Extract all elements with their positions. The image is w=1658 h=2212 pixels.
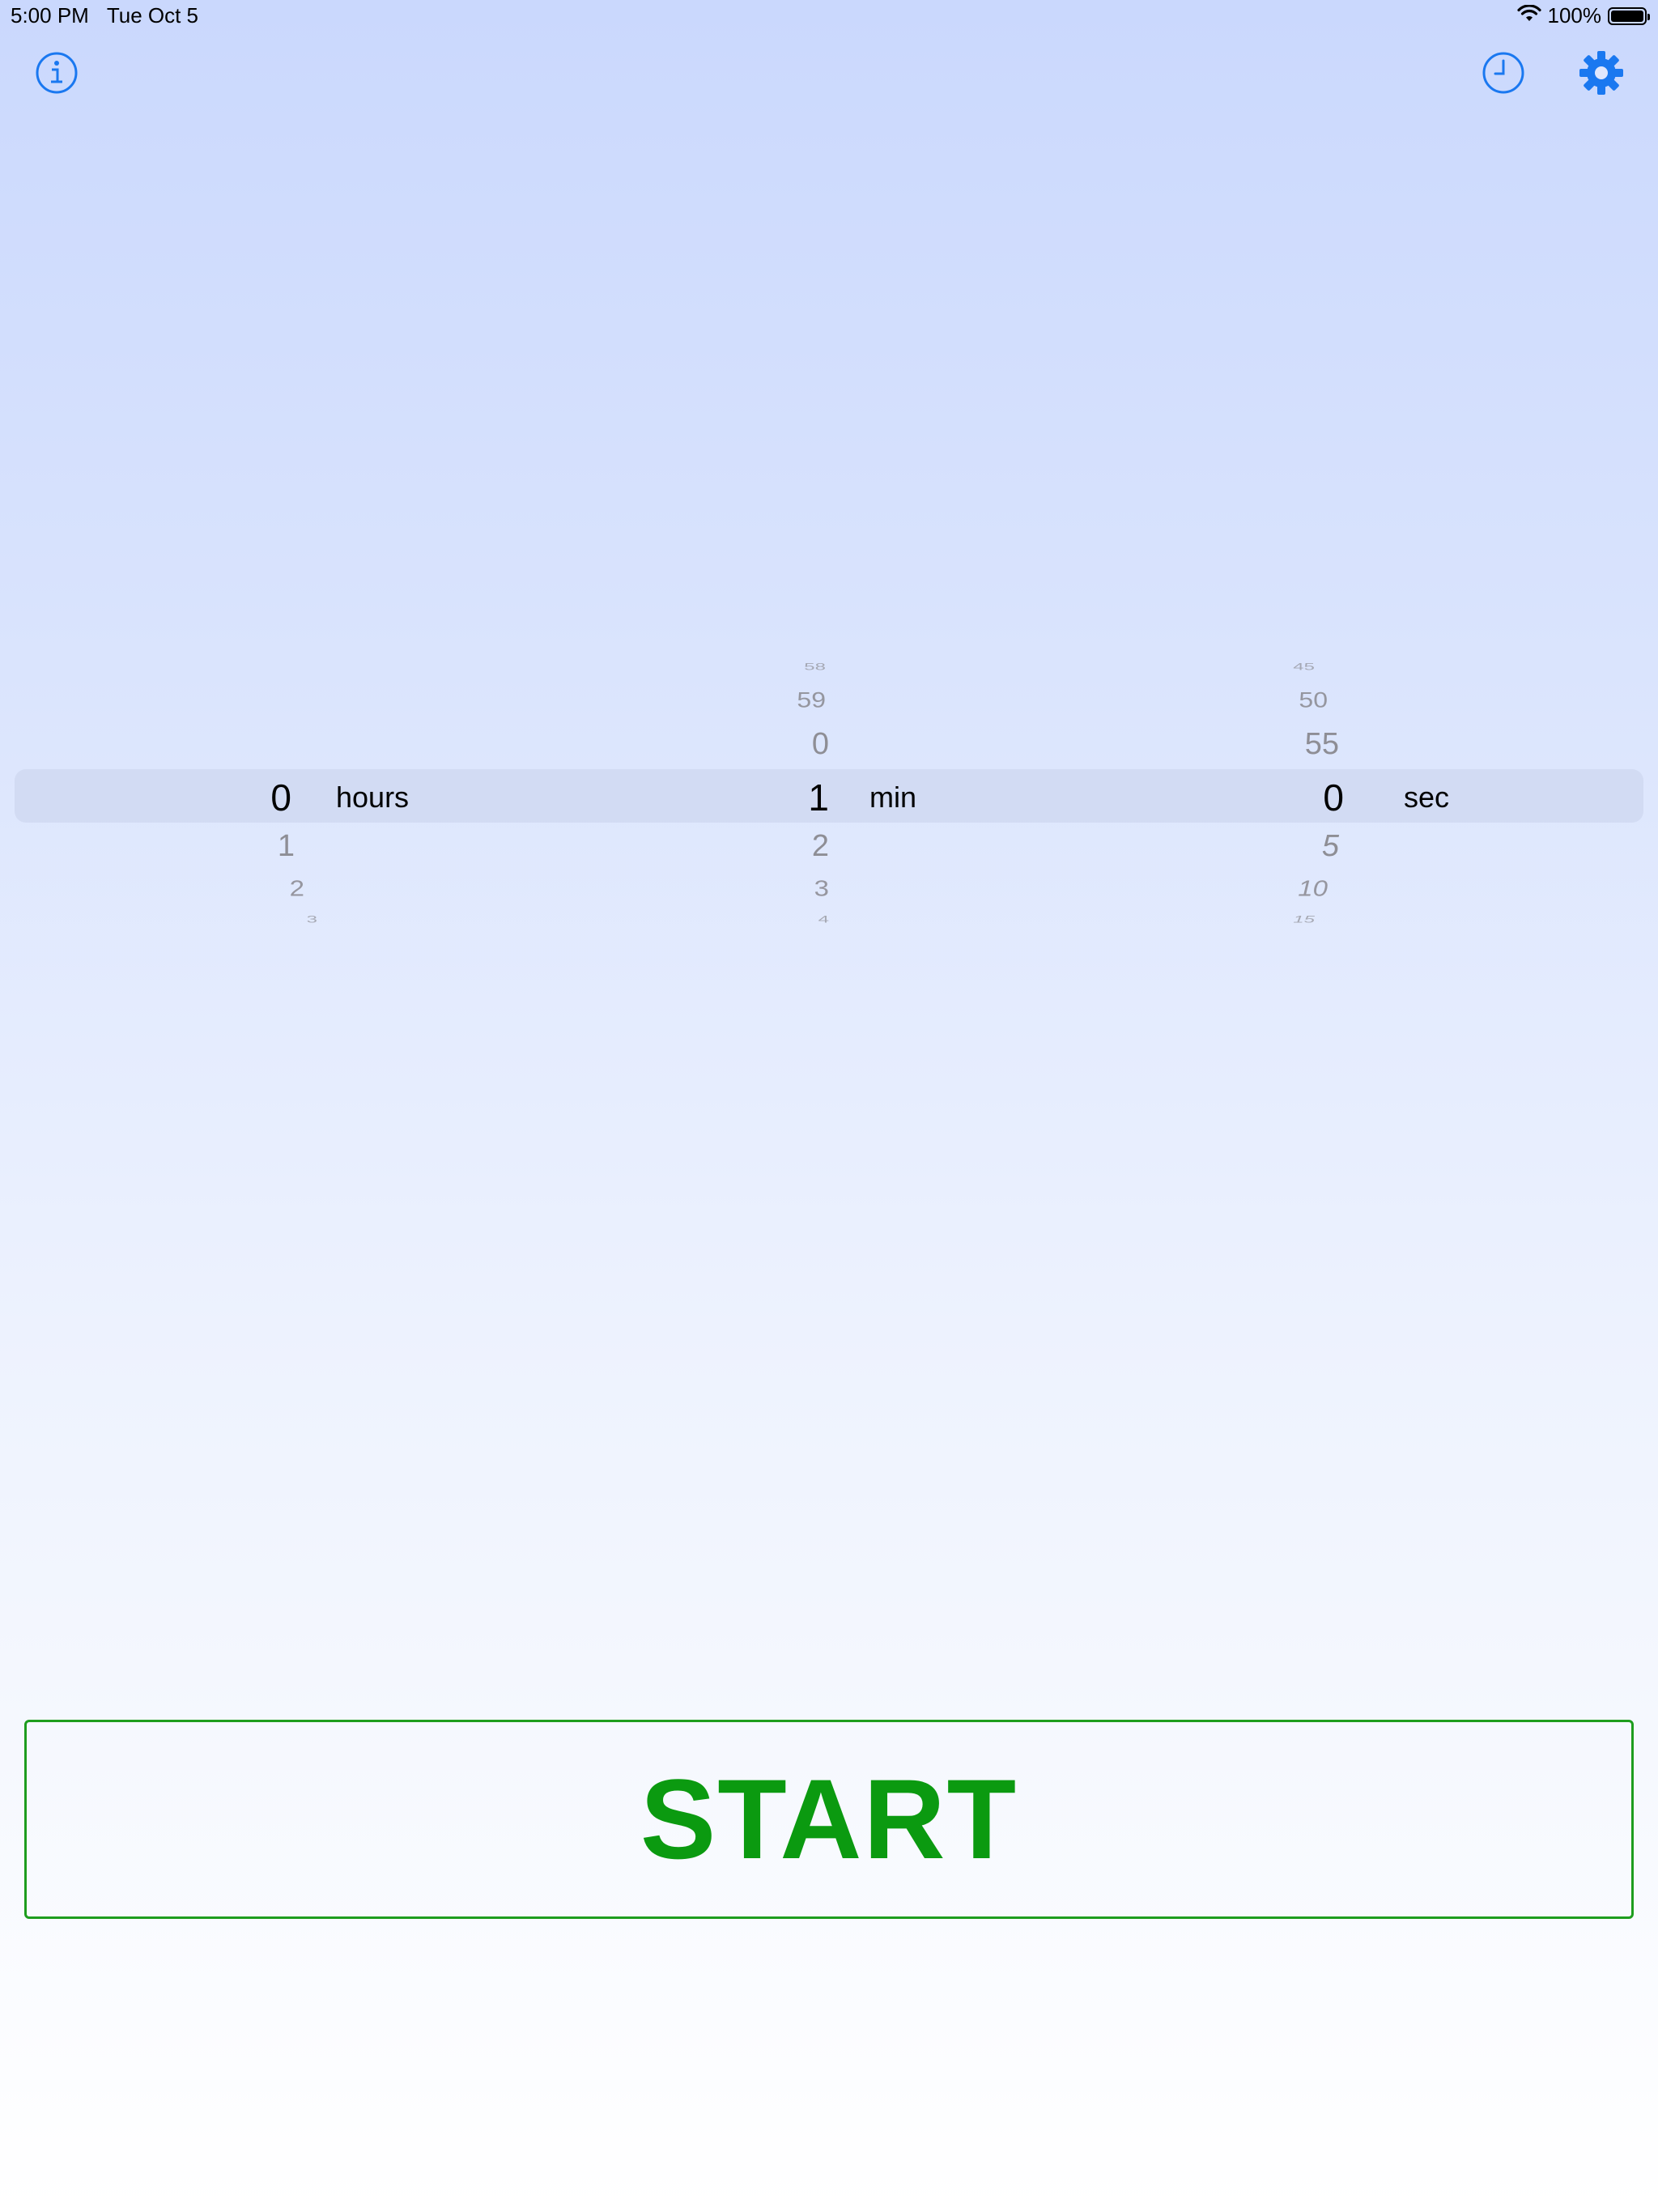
start-button-label: START xyxy=(640,1755,1018,1882)
hours-unit-label: hours xyxy=(336,781,410,814)
seconds-above-1: 45 xyxy=(1293,661,1315,673)
duration-picker[interactable]: 0 hours 1 2 3 58 59 0 1 min 2 3 4 45 50 … xyxy=(0,640,1658,947)
seconds-selected: 0 xyxy=(1323,776,1344,819)
hours-below-3: 3 xyxy=(306,914,317,925)
hours-selected: 0 xyxy=(270,776,291,819)
seconds-unit-label: sec xyxy=(1404,781,1450,814)
minutes-below-1: 2 xyxy=(811,829,829,863)
minutes-wheel[interactable]: 58 59 0 1 min 2 3 4 xyxy=(680,640,1004,947)
battery-percent: 100% xyxy=(1547,3,1602,28)
seconds-below-1: 5 xyxy=(1321,829,1339,863)
hours-wheel[interactable]: 0 hours 1 2 3 xyxy=(146,640,470,947)
history-button[interactable] xyxy=(1477,47,1529,99)
info-circle-icon xyxy=(36,52,78,94)
start-button[interactable]: START xyxy=(24,1720,1634,1919)
battery-icon xyxy=(1608,6,1650,25)
status-date: Tue Oct 5 xyxy=(106,3,199,28)
seconds-below-2: 10 xyxy=(1298,874,1328,901)
minutes-below-2: 3 xyxy=(814,874,829,901)
status-left: 5:00 PM Tue Oct 5 xyxy=(11,3,198,28)
hours-below-1: 1 xyxy=(277,829,295,863)
settings-button[interactable] xyxy=(1575,47,1627,99)
seconds-wheel[interactable]: 45 50 55 0 sec 5 10 15 xyxy=(1214,640,1538,947)
seconds-above-2: 50 xyxy=(1299,687,1328,713)
hours-below-2: 2 xyxy=(289,874,304,901)
battery-fill xyxy=(1611,10,1643,22)
status-right: 100% xyxy=(1516,3,1650,28)
seconds-above-3: 55 xyxy=(1304,727,1339,761)
minutes-below-3: 4 xyxy=(818,914,829,925)
seconds-below-3: 15 xyxy=(1293,914,1315,925)
minutes-above-3: 0 xyxy=(811,727,829,761)
info-button[interactable] xyxy=(31,47,83,99)
minutes-selected: 1 xyxy=(808,776,829,819)
status-bar: 5:00 PM Tue Oct 5 100% xyxy=(0,0,1658,36)
minutes-unit-label: min xyxy=(869,781,917,814)
gear-icon xyxy=(1579,51,1623,95)
wifi-icon xyxy=(1516,3,1541,28)
status-time: 5:00 PM xyxy=(11,3,89,28)
minutes-above-1: 58 xyxy=(804,661,826,673)
clock-icon xyxy=(1482,52,1524,94)
minutes-above-2: 59 xyxy=(797,687,826,713)
